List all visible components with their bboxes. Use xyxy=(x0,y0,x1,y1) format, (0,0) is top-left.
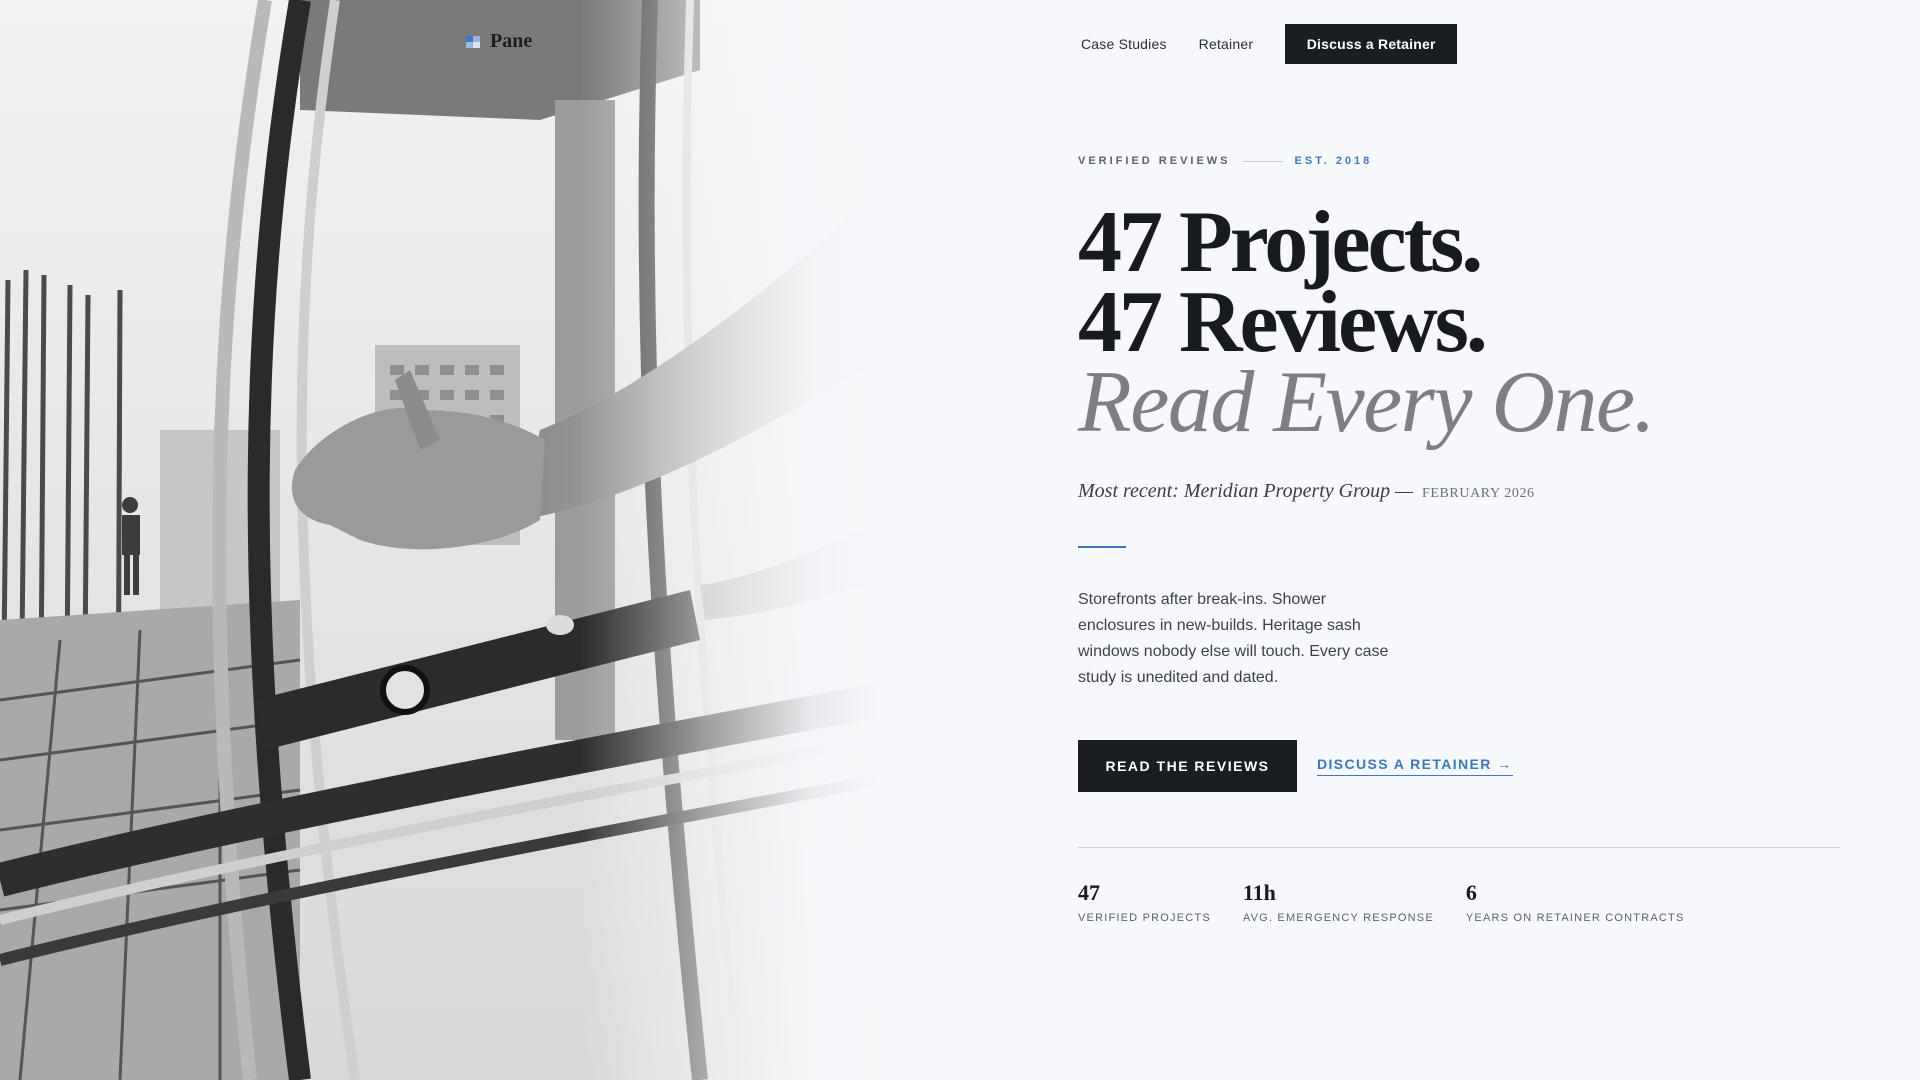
nav-link-case-studies[interactable]: Case Studies xyxy=(1081,36,1167,52)
stat-retainer-years: 6 YEARS ON RETAINER CONTRACTS xyxy=(1466,880,1685,924)
eyebrow: VERIFIED REVIEWS EST. 2018 xyxy=(1078,155,1372,167)
stat-label: AVG. EMERGENCY RESPONSE xyxy=(1242,912,1434,924)
stats-row: 47 VERIFIED PROJECTS 11h AVG. EMERGENCY … xyxy=(1078,880,1717,924)
discuss-retainer-link[interactable]: DISCUSS A RETAINER → xyxy=(1317,756,1513,776)
stat-verified-projects: 47 VERIFIED PROJECTS xyxy=(1078,880,1211,924)
most-recent-text: Most recent: Meridian Property Group — xyxy=(1078,480,1413,502)
nav-discuss-retainer-button[interactable]: Discuss a Retainer xyxy=(1285,24,1458,64)
eyebrow-established: EST. 2018 xyxy=(1294,155,1373,167)
most-recent-date: FEBRUARY 2026 xyxy=(1421,486,1535,501)
top-nav: Case Studies Retainer Discuss a Retainer xyxy=(1081,24,1458,64)
page-title: 47 Projects. 47 Reviews. Read Every One. xyxy=(1078,194,1656,451)
window-installation-image xyxy=(0,0,880,1080)
flag-icon xyxy=(466,35,480,48)
nav-link-retainer[interactable]: Retainer xyxy=(1199,36,1254,52)
hero-description: Storefronts after break-ins. Shower encl… xyxy=(1078,591,1389,686)
brand-logo[interactable]: Pane xyxy=(466,30,532,53)
headline-line-3: Read Every One. xyxy=(1078,354,1656,451)
stats-divider xyxy=(1078,847,1840,848)
most-recent-review: Most recent: Meridian Property Group — F… xyxy=(1078,480,1535,503)
eyebrow-divider xyxy=(1242,160,1283,162)
stat-value: 11h xyxy=(1242,880,1276,905)
stat-label: VERIFIED PROJECTS xyxy=(1078,912,1211,924)
stat-value: 6 xyxy=(1465,880,1477,905)
stat-value: 47 xyxy=(1078,880,1100,905)
eyebrow-verified-reviews: VERIFIED REVIEWS xyxy=(1078,155,1231,167)
stat-label: YEARS ON RETAINER CONTRACTS xyxy=(1465,912,1685,924)
cta-row: READ THE REVIEWS DISCUSS A RETAINER → xyxy=(1078,740,1513,792)
stat-emergency-response: 11h AVG. EMERGENCY RESPONSE xyxy=(1243,880,1434,924)
accent-divider xyxy=(1078,546,1126,548)
brand-name: Pane xyxy=(490,30,533,52)
read-reviews-button[interactable]: READ THE REVIEWS xyxy=(1078,740,1297,792)
headline-line-2: 47 Reviews. xyxy=(1078,274,1488,371)
hero-photo xyxy=(0,0,880,1080)
headline-line-1: 47 Projects. xyxy=(1078,194,1483,291)
